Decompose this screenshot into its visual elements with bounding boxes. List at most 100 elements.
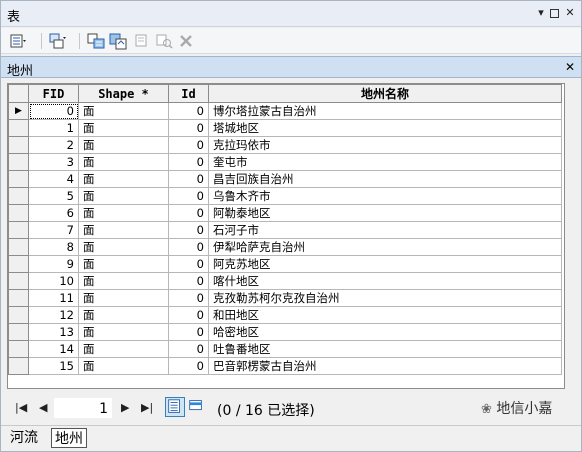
cell-fid[interactable]: 9 <box>28 255 79 273</box>
cell-id[interactable]: 0 <box>168 340 209 358</box>
column-header-name[interactable]: 地州名称 <box>208 84 562 103</box>
cell-id[interactable]: 0 <box>168 119 209 137</box>
table-row[interactable]: 11 面 0 克孜勒苏柯尔克孜自治州 <box>8 289 562 307</box>
close-table-icon[interactable]: ✕ <box>565 60 575 74</box>
cell-id[interactable]: 0 <box>168 306 209 324</box>
cell-shape[interactable]: 面 <box>78 136 169 154</box>
last-record-icon[interactable]: ▶| <box>141 401 153 414</box>
cell-shape[interactable]: 面 <box>78 255 169 273</box>
table-row[interactable]: 14 面 0 吐鲁番地区 <box>8 340 562 358</box>
table-options-icon[interactable] <box>9 32 27 50</box>
row-selector[interactable] <box>8 289 29 307</box>
cell-fid[interactable]: 6 <box>28 204 79 222</box>
clear-selection-icon[interactable] <box>133 32 151 50</box>
table-row[interactable]: 10 面 0 喀什地区 <box>8 272 562 290</box>
cell-fid[interactable]: 12 <box>28 306 79 324</box>
cell-name[interactable]: 吐鲁番地区 <box>208 340 562 358</box>
column-header-fid[interactable]: FID <box>28 84 79 103</box>
cell-name[interactable]: 石河子市 <box>208 221 562 239</box>
cell-shape[interactable]: 面 <box>78 170 169 188</box>
cell-fid[interactable]: 1 <box>28 119 79 137</box>
cell-id[interactable]: 0 <box>168 153 209 171</box>
cell-shape[interactable]: 面 <box>78 153 169 171</box>
cell-fid[interactable]: 10 <box>28 272 79 290</box>
select-by-attributes-icon[interactable] <box>87 32 105 50</box>
row-selector[interactable] <box>8 221 29 239</box>
table-row[interactable]: 12 面 0 和田地区 <box>8 306 562 324</box>
cell-shape[interactable]: 面 <box>78 238 169 256</box>
close-icon[interactable]: ✕ <box>564 7 576 19</box>
cell-name[interactable]: 昌吉回族自治州 <box>208 170 562 188</box>
table-row[interactable]: 7 面 0 石河子市 <box>8 221 562 239</box>
row-selector[interactable] <box>8 306 29 324</box>
cell-shape[interactable]: 面 <box>78 272 169 290</box>
cell-fid[interactable]: 2 <box>28 136 79 154</box>
cell-fid[interactable]: 7 <box>28 221 79 239</box>
cell-shape[interactable]: 面 <box>78 340 169 358</box>
cell-fid[interactable]: 5 <box>28 187 79 205</box>
cell-name[interactable]: 奎屯市 <box>208 153 562 171</box>
cell-name[interactable]: 克拉玛依市 <box>208 136 562 154</box>
row-selector[interactable] <box>8 323 29 341</box>
cell-id[interactable]: 0 <box>168 204 209 222</box>
table-row[interactable]: 15 面 0 巴音郭楞蒙古自治州 <box>8 357 562 375</box>
tab-prefectures[interactable]: 地州 <box>51 428 87 448</box>
cell-shape[interactable]: 面 <box>78 289 169 307</box>
cell-name[interactable]: 阿勒泰地区 <box>208 204 562 222</box>
cell-shape[interactable]: 面 <box>78 323 169 341</box>
cell-name[interactable]: 巴音郭楞蒙古自治州 <box>208 357 562 375</box>
cell-shape[interactable]: 面 <box>78 306 169 324</box>
cell-fid[interactable]: 4 <box>28 170 79 188</box>
cell-shape[interactable]: 面 <box>78 119 169 137</box>
cell-fid[interactable]: 14 <box>28 340 79 358</box>
cell-name[interactable]: 乌鲁木齐市 <box>208 187 562 205</box>
cell-fid[interactable]: 0 <box>28 102 79 120</box>
cell-id[interactable]: 0 <box>168 136 209 154</box>
related-tables-icon[interactable] <box>48 32 66 50</box>
cell-fid[interactable]: 3 <box>28 153 79 171</box>
table-row[interactable]: 13 面 0 哈密地区 <box>8 323 562 341</box>
cell-shape[interactable]: 面 <box>78 187 169 205</box>
cell-shape[interactable]: 面 <box>78 102 169 120</box>
cell-name[interactable]: 塔城地区 <box>208 119 562 137</box>
cell-fid[interactable]: 8 <box>28 238 79 256</box>
table-row[interactable]: 1 面 0 塔城地区 <box>8 119 562 137</box>
cell-id[interactable]: 0 <box>168 357 209 375</box>
column-header-id[interactable]: Id <box>168 84 209 103</box>
first-record-icon[interactable]: |◀ <box>15 401 27 414</box>
row-selector[interactable] <box>8 272 29 290</box>
row-selector[interactable] <box>8 357 29 375</box>
row-selector[interactable] <box>8 153 29 171</box>
row-selector[interactable] <box>8 136 29 154</box>
cell-name[interactable]: 喀什地区 <box>208 272 562 290</box>
row-selector[interactable] <box>8 340 29 358</box>
cell-id[interactable]: 0 <box>168 238 209 256</box>
attribute-grid[interactable]: FID Shape * Id 地州名称 ▶ 0 面 0 博尔塔拉蒙古自治州 1 面 0 塔城地区… <box>7 83 565 389</box>
cell-shape[interactable]: 面 <box>78 221 169 239</box>
cell-id[interactable]: 0 <box>168 170 209 188</box>
row-selector[interactable] <box>8 170 29 188</box>
row-selector[interactable] <box>8 238 29 256</box>
current-record-input[interactable]: 1 <box>53 397 113 419</box>
table-row[interactable]: 9 面 0 阿克苏地区 <box>8 255 562 273</box>
cell-fid[interactable]: 13 <box>28 323 79 341</box>
table-row[interactable]: 3 面 0 奎屯市 <box>8 153 562 171</box>
cell-name[interactable]: 博尔塔拉蒙古自治州 <box>208 102 562 120</box>
table-row[interactable]: ▶ 0 面 0 博尔塔拉蒙古自治州 <box>8 102 562 120</box>
row-selector-header[interactable] <box>8 84 29 103</box>
tab-rivers[interactable]: 河流 <box>7 428 41 448</box>
table-row[interactable]: 5 面 0 乌鲁木齐市 <box>8 187 562 205</box>
column-header-shape[interactable]: Shape * <box>78 84 169 103</box>
table-row[interactable]: 6 面 0 阿勒泰地区 <box>8 204 562 222</box>
maximize-icon[interactable] <box>550 9 559 18</box>
next-record-icon[interactable]: ▶ <box>121 401 129 414</box>
row-selector[interactable] <box>8 255 29 273</box>
table-row[interactable]: 4 面 0 昌吉回族自治州 <box>8 170 562 188</box>
zoom-to-selected-icon[interactable] <box>155 32 173 50</box>
show-all-records-button[interactable] <box>165 397 185 417</box>
cell-name[interactable]: 哈密地区 <box>208 323 562 341</box>
cell-id[interactable]: 0 <box>168 255 209 273</box>
cell-name[interactable]: 和田地区 <box>208 306 562 324</box>
cell-name[interactable]: 阿克苏地区 <box>208 255 562 273</box>
cell-shape[interactable]: 面 <box>78 204 169 222</box>
